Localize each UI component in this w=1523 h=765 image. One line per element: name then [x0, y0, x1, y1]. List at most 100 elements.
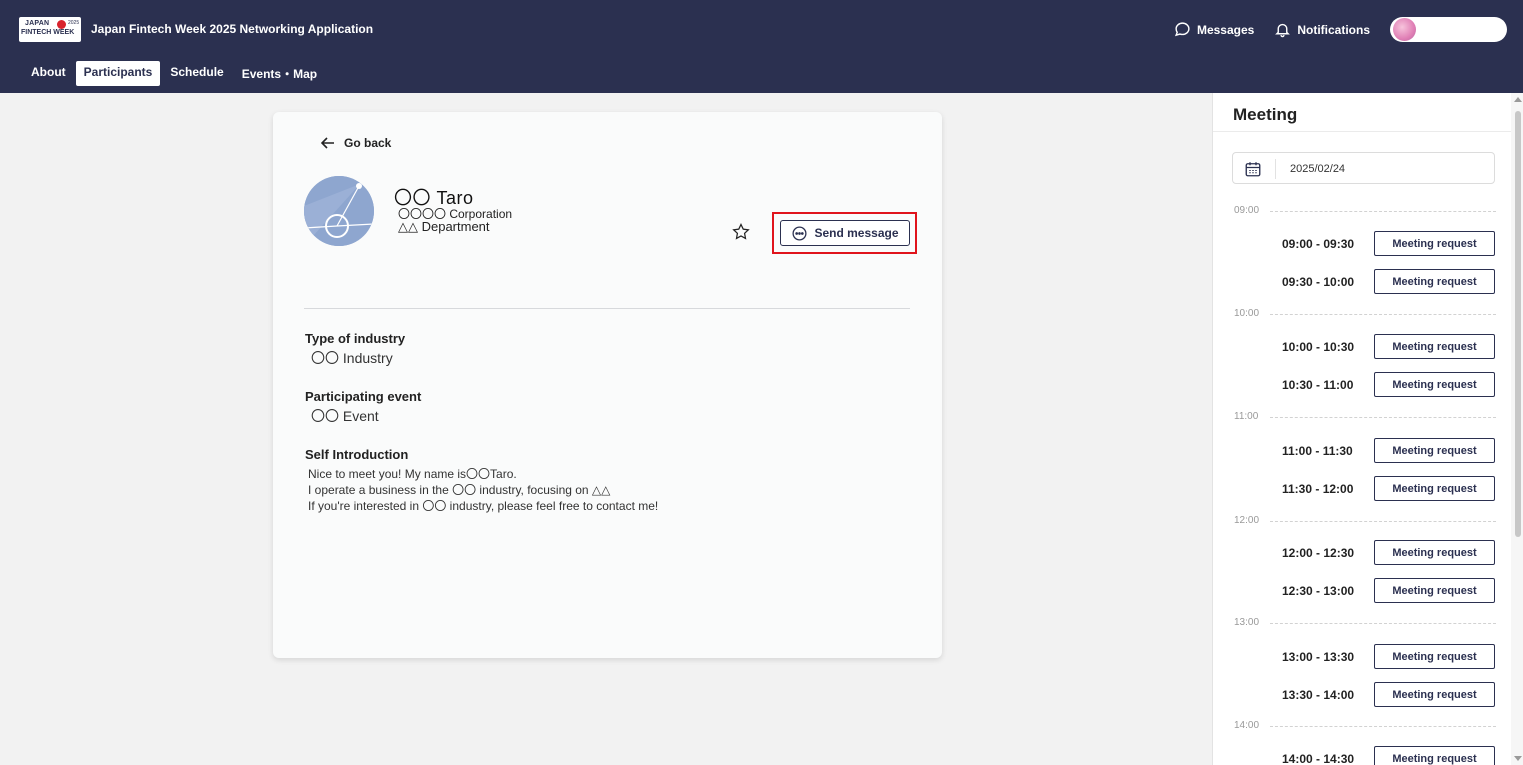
self-intro-text: Nice to meet you! My name is〇〇Taro. I op… [308, 466, 658, 514]
notifications-label: Notifications [1297, 22, 1370, 37]
app-title: Japan Fintech Week 2025 Networking Appli… [91, 22, 374, 36]
self-intro-line: If you're interested in 〇〇 industry, ple… [308, 499, 659, 513]
meeting-request-button[interactable]: Meeting request [1374, 334, 1495, 359]
nav-events-map[interactable]: Events・Map [234, 61, 325, 86]
logo-line1: JAPAN [25, 20, 50, 27]
hour-divider [1270, 521, 1496, 522]
japan-fintech-week-logo[interactable]: JAPAN 2025 FINTECH WEEK [19, 17, 81, 42]
time-slot: 13:30 - 14:00 Meeting request [1282, 682, 1495, 707]
meeting-request-button[interactable]: Meeting request [1374, 578, 1495, 603]
meeting-request-button[interactable]: Meeting request [1374, 231, 1495, 256]
slot-time: 10:00 - 10:30 [1282, 340, 1355, 354]
hour-divider [1270, 726, 1496, 727]
arrow-left-icon [321, 137, 334, 149]
profile-avatar [304, 176, 374, 246]
meeting-request-button[interactable]: Meeting request [1374, 372, 1495, 397]
industry-value: 〇〇 Industry [311, 350, 393, 366]
time-slot: 11:30 - 12:00 Meeting request [1282, 476, 1495, 501]
hour-label: 09:00 [1234, 205, 1260, 216]
slot-time: 12:30 - 13:00 [1282, 584, 1355, 598]
hour-marker: 13:00 [1234, 617, 1496, 629]
time-slot: 10:00 - 10:30 Meeting request [1282, 334, 1495, 359]
avatar-graphic-icon [304, 176, 374, 246]
nav-about[interactable]: About [23, 61, 74, 86]
nav-participants[interactable]: Participants [75, 61, 161, 86]
favorite-star-button[interactable] [731, 222, 751, 242]
slot-time: 09:00 - 09:30 [1282, 237, 1355, 251]
hour-divider [1270, 417, 1496, 418]
slot-time: 13:00 - 13:30 [1282, 650, 1355, 664]
header-actions: Messages Notifications [1174, 17, 1507, 42]
messages-link[interactable]: Messages [1174, 21, 1254, 38]
meeting-request-button[interactable]: Meeting request [1374, 644, 1495, 669]
hour-label: 10:00 [1234, 308, 1260, 319]
time-slot: 10:30 - 11:00 Meeting request [1282, 372, 1495, 397]
event-value: 〇〇 Event [311, 408, 379, 424]
user-avatar [1393, 18, 1416, 41]
star-icon [732, 223, 750, 240]
event-title: Participating event [305, 389, 422, 404]
scrollbar-thumb[interactable] [1515, 111, 1521, 537]
date-separator [1275, 159, 1276, 179]
hour-label: 11:00 [1234, 411, 1259, 422]
logo-year: 2025 [68, 20, 80, 26]
slot-time: 09:30 - 10:00 [1282, 275, 1355, 289]
slot-time: 11:00 - 11:30 [1282, 444, 1353, 458]
logo-line2: FINTECH WEEK [21, 29, 75, 36]
date-picker[interactable]: 2025/02/24 [1232, 152, 1495, 184]
hour-marker: 10:00 [1234, 308, 1496, 320]
panel-scrollbar[interactable] [1511, 93, 1523, 765]
send-message-button[interactable]: Send message [780, 220, 910, 246]
chat-bubble-icon [792, 225, 807, 241]
nav-schedule[interactable]: Schedule [162, 61, 231, 86]
time-slot: 09:30 - 10:00 Meeting request [1282, 269, 1495, 294]
top-header: JAPAN 2025 FINTECH WEEK Japan Fintech We… [0, 0, 1523, 93]
meeting-panel: Meeting 2025/02/24 09:00 09:00 - 09:30 M… [1212, 93, 1523, 765]
hour-marker: 11:00 [1234, 411, 1496, 423]
time-slot: 12:00 - 12:30 Meeting request [1282, 540, 1495, 565]
slot-time: 13:30 - 14:00 [1282, 688, 1355, 702]
hour-label: 13:00 [1234, 617, 1260, 628]
hour-divider [1270, 314, 1496, 315]
time-slot: 12:30 - 13:00 Meeting request [1282, 578, 1495, 603]
meeting-request-button[interactable]: Meeting request [1374, 269, 1495, 294]
meeting-request-button[interactable]: Meeting request [1374, 438, 1495, 463]
slot-time: 11:30 - 12:00 [1282, 482, 1354, 496]
time-slot: 09:00 - 09:30 Meeting request [1282, 231, 1495, 256]
user-menu[interactable] [1390, 17, 1507, 42]
time-slot: 11:00 - 11:30 Meeting request [1282, 438, 1495, 463]
meeting-request-button[interactable]: Meeting request [1374, 682, 1495, 707]
divider [304, 308, 910, 309]
slot-time: 12:00 - 12:30 [1282, 546, 1355, 560]
scroll-down-arrow-icon[interactable] [1514, 756, 1522, 761]
time-slot: 13:00 - 13:30 Meeting request [1282, 644, 1495, 669]
messages-label: Messages [1196, 22, 1255, 37]
meeting-request-button[interactable]: Meeting request [1374, 476, 1495, 501]
hour-label: 12:00 [1234, 515, 1260, 526]
meeting-request-button[interactable]: Meeting request [1374, 540, 1495, 565]
hour-marker: 12:00 [1234, 515, 1496, 527]
scroll-up-arrow-icon[interactable] [1514, 97, 1522, 102]
logo-red-dot [57, 20, 66, 29]
industry-title: Type of industry [305, 331, 406, 346]
hour-divider [1270, 623, 1496, 624]
divider [1213, 131, 1513, 132]
self-intro-line: Nice to meet you! My name is〇〇Taro. [308, 467, 517, 481]
calendar-icon [1245, 162, 1261, 177]
bell-icon [1275, 23, 1291, 38]
meeting-title: Meeting [1233, 105, 1298, 124]
go-back-link[interactable]: Go back [321, 136, 391, 150]
self-intro-line: I operate a business in the 〇〇 industry,… [308, 483, 611, 497]
hour-marker: 09:00 [1234, 205, 1496, 217]
notifications-link[interactable]: Notifications [1274, 21, 1370, 38]
slot-time: 14:00 - 14:30 [1282, 752, 1355, 765]
meeting-request-button[interactable]: Meeting request [1374, 746, 1495, 765]
chat-bubble-icon [1174, 22, 1190, 37]
time-slot: 14:00 - 14:30 Meeting request [1282, 746, 1495, 765]
participant-department: △△ Department [398, 219, 490, 234]
hour-marker: 14:00 [1234, 720, 1496, 732]
main-nav: About Participants Schedule Events・Map [23, 61, 327, 86]
self-intro-title: Self Introduction [305, 447, 409, 462]
hour-label: 14:00 [1234, 720, 1260, 731]
go-back-label: Go back [344, 136, 392, 150]
